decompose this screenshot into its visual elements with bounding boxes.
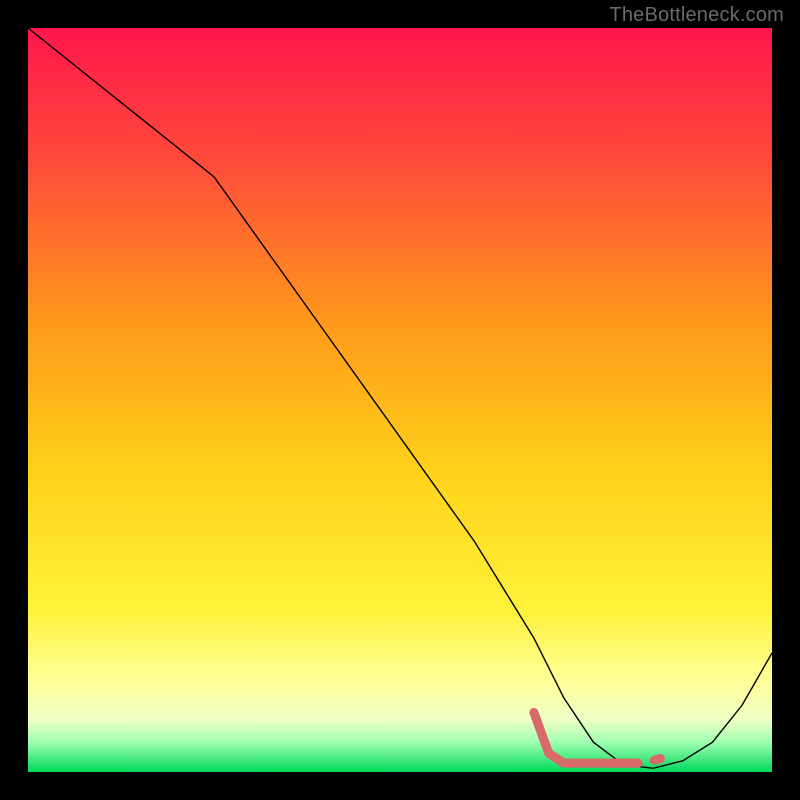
highlight-segment-2 [654,759,660,761]
chart-plot-area [28,28,772,772]
watermark-text: TheBottleneck.com [609,4,784,27]
chart-svg [28,28,772,772]
chart-background [28,28,772,772]
